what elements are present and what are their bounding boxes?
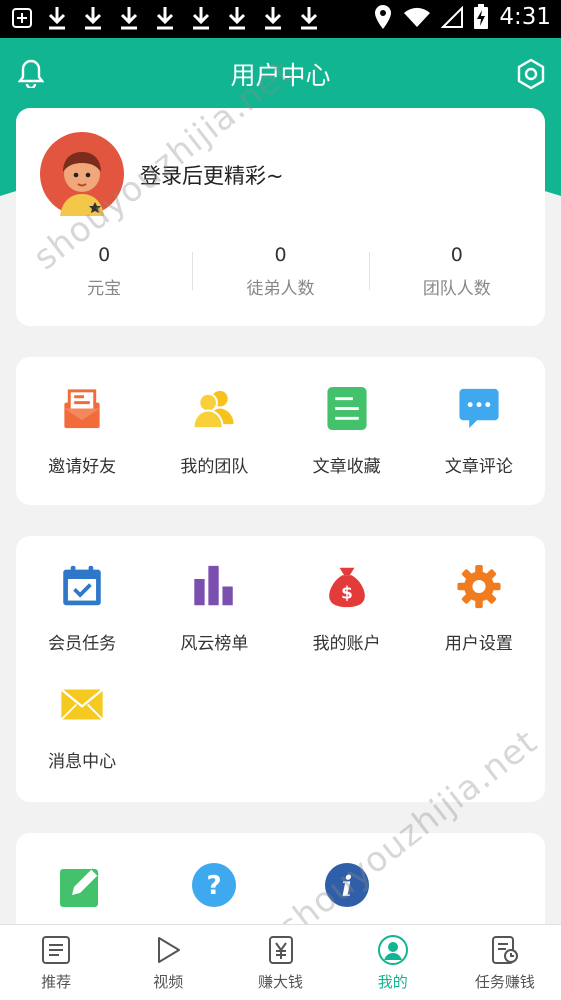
clock: 4:31 [499,4,551,30]
svg-text:?: ? [207,871,222,901]
stat-value: 0 [450,244,463,266]
nav-mine[interactable]: 我的 [337,925,449,1000]
nav-label: 推荐 [41,973,72,991]
download-icon [48,7,66,30]
saved-articles-item[interactable]: 文章收藏 [281,357,413,477]
wifi-icon [404,7,431,28]
stat-disciples[interactable]: 0 徒弟人数 [192,242,368,302]
svg-text:$: $ [341,583,353,603]
avatar[interactable] [40,132,124,216]
document-icon [327,386,367,431]
play-icon [158,937,181,963]
add-box-icon [12,8,32,28]
nav-label: 视频 [153,973,184,991]
stat-value: 0 [98,244,111,266]
team-icon [192,390,234,430]
nav-label: 我的 [377,973,408,991]
download-icon [228,7,246,30]
member-tasks-item[interactable]: 会员任务 [16,536,148,654]
nav-label: 任务赚钱 [474,973,535,991]
app-bar: 用户中心 [0,38,561,110]
download-icon [192,7,210,30]
status-bar: 4:31 [0,0,561,38]
nav-tasks[interactable]: 任务赚钱 [449,925,561,1000]
mail-icon [60,688,104,721]
stat-label: 团队人数 [422,279,491,299]
download-icon [264,7,282,30]
stat-value: 0 [274,244,287,266]
download-icon [156,7,174,30]
item-label: 文章评论 [444,457,513,477]
message-center-item[interactable]: 消息中心 [16,654,148,772]
gear-icon [457,564,501,609]
bar-chart-icon [194,565,234,606]
item-label: 用户设置 [444,634,513,654]
edit-icon [60,868,99,907]
invite-friends-item[interactable]: 邀请好友 [16,357,148,477]
task-clock-icon [491,936,518,964]
stat-label: 元宝 [87,279,122,299]
nav-recommend[interactable]: 推荐 [0,925,112,1000]
list-icon [42,936,71,964]
item-label: 风云榜单 [180,634,249,654]
download-icon [300,7,318,30]
login-prompt[interactable]: 登录后更精彩~ [140,160,284,190]
stat-label: 徒弟人数 [246,279,315,299]
page-title: 用户中心 [230,61,331,90]
info-icon: i [324,863,369,907]
item-label: 邀请好友 [48,457,117,477]
item-label: 我的账户 [312,634,381,654]
services-card: 会员任务 风云榜单 $ 我的账户 用户设置 消息中心 [16,536,545,802]
item-label: 会员任务 [48,634,117,654]
location-icon [375,5,392,29]
article-comments-item[interactable]: 文章评论 [413,357,545,477]
settings-icon[interactable] [515,58,547,90]
help-icon: ? [192,863,237,907]
nav-earn[interactable]: 赚大钱 [224,925,336,1000]
my-account-item[interactable]: $ 我的账户 [281,536,413,654]
bottom-nav: 推荐 视频 赚大钱 我的 任务赚钱 [0,924,561,1000]
user-settings-item[interactable]: 用户设置 [413,536,545,654]
yen-icon [268,936,293,964]
signal-icon [441,6,464,28]
leaderboard-item[interactable]: 风云榜单 [148,536,280,654]
profile-icon [377,935,408,965]
nav-label: 赚大钱 [258,973,304,991]
download-icon [120,7,138,30]
svg-text:i: i [341,870,352,903]
comment-icon [459,388,499,429]
stat-yuanbao[interactable]: 0 元宝 [16,242,192,302]
item-label: 消息中心 [48,752,117,772]
nav-video[interactable]: 视频 [112,925,224,1000]
battery-charging-icon [474,4,489,29]
stat-team[interactable]: 0 团队人数 [368,242,545,302]
stats-row: 0 元宝 0 徒弟人数 0 团队人数 [16,242,545,302]
money-bag-icon: $ [328,567,365,608]
item-label: 我的团队 [180,457,249,477]
calendar-check-icon [63,565,101,606]
invite-envelope-icon [64,389,100,429]
item-label: 文章收藏 [312,457,381,477]
my-team-item[interactable]: 我的团队 [148,357,280,477]
quick-actions-card: 邀请好友 我的团队 文章收藏 文章评论 [16,357,545,505]
download-icon [84,7,102,30]
profile-card: 登录后更精彩~ 0 元宝 0 徒弟人数 0 团队人数 [16,108,545,326]
